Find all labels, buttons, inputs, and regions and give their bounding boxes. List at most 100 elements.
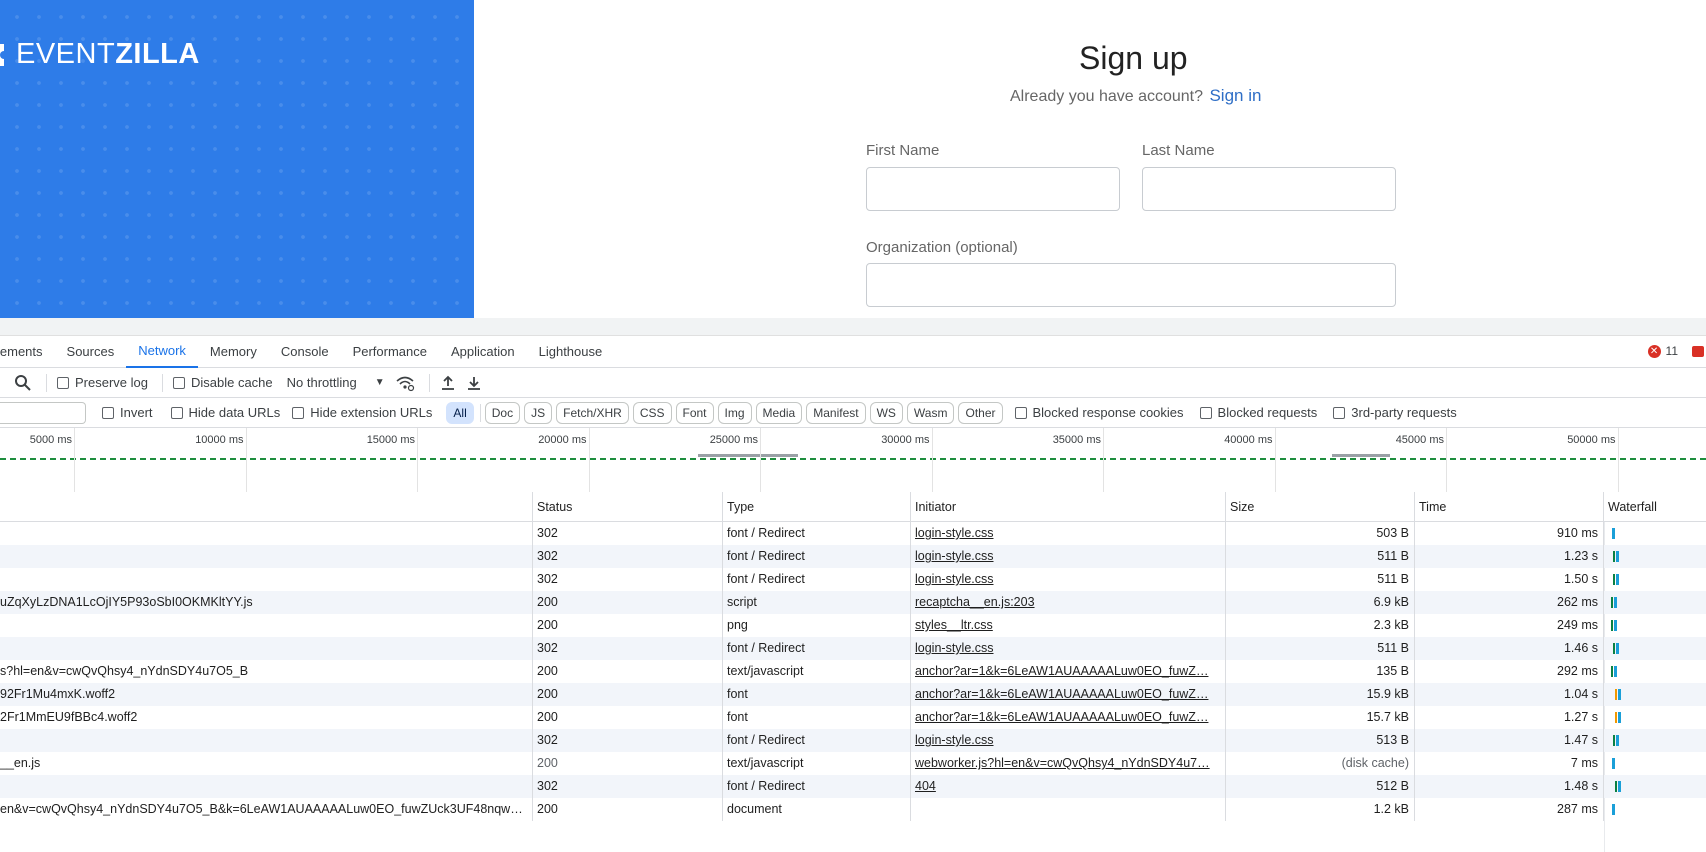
hide-data-urls-checkbox[interactable]: Hide data URLs — [170, 405, 280, 420]
table-row[interactable]: 2Fr1MmEU9fBBc4.woff2 200 font anchor?ar=1&k… — [0, 706, 1706, 729]
filter-chip-js[interactable]: JS — [524, 401, 553, 424]
tab-lighthouse[interactable]: Lighthouse — [527, 336, 615, 368]
search-icon[interactable] — [14, 374, 32, 392]
tab-elements[interactable]: lements — [0, 336, 55, 368]
checkbox-box[interactable] — [102, 406, 114, 419]
tab-performance[interactable]: Performance — [341, 336, 439, 368]
blocked-requests-checkbox[interactable]: Blocked requests — [1199, 405, 1317, 420]
request-type: script — [723, 591, 911, 614]
table-row[interactable]: 92Fr1Mu4mxK.woff2 200 font anchor?ar=1&k=6L… — [0, 683, 1706, 706]
initiator-link[interactable]: login-style.css — [915, 641, 994, 655]
column-header-initiator[interactable]: Initiator — [911, 492, 1226, 521]
error-counter[interactable]: ✕ 11 — [1647, 344, 1678, 358]
table-row[interactable]: en&v=cwQvQhsy4_nYdnSDY4u7O5_B&k=6LeAW1AU… — [0, 798, 1706, 821]
filter-input[interactable] — [0, 401, 86, 424]
initiator-link[interactable]: styles__ltr.css — [915, 618, 993, 632]
disable-cache-checkbox[interactable]: Disable cache — [172, 375, 273, 390]
filter-chip-wasm[interactable]: Wasm — [906, 401, 955, 424]
filter-chip-css[interactable]: CSS — [632, 401, 672, 424]
table-row[interactable]: 302 font / Redirect login-style.css 513 B 1.… — [0, 729, 1706, 752]
column-header-time[interactable]: Time — [1415, 492, 1604, 521]
filter-chip-img[interactable]: Img — [717, 401, 752, 424]
initiator-link[interactable]: 404 — [915, 779, 936, 793]
filter-chip-doc[interactable]: Doc — [484, 401, 521, 424]
download-icon[interactable] — [466, 374, 482, 392]
tab-sources[interactable]: Sources — [55, 336, 127, 368]
table-row[interactable]: __en.js 200 text/javascript webworker.js?hl… — [0, 752, 1706, 775]
signin-link[interactable]: Sign in — [1209, 86, 1261, 105]
request-initiator[interactable]: styles__ltr.css — [911, 614, 1226, 637]
request-initiator[interactable]: anchor?ar=1&k=6LeAW1AUAAAAALuw0EO_fuwZ… — [911, 706, 1226, 729]
initiator-link[interactable]: anchor?ar=1&k=6LeAW1AUAAAAALuw0EO_fuwZ… — [915, 664, 1208, 678]
initiator-link[interactable]: login-style.css — [915, 572, 994, 586]
request-status: 302 — [533, 637, 723, 660]
column-header-waterfall[interactable]: Waterfall — [1604, 492, 1706, 521]
checkbox-box[interactable] — [57, 376, 69, 389]
request-initiator[interactable]: recaptcha__en.js:203 — [911, 591, 1226, 614]
request-initiator[interactable]: webworker.js?hl=en&v=cwQvQhsy4_nYdnSDY4u… — [911, 752, 1226, 775]
blocked-cookies-checkbox[interactable]: Blocked response cookies — [1014, 405, 1184, 420]
tab-application[interactable]: Application — [439, 336, 527, 368]
hide-extension-urls-checkbox[interactable]: Hide extension URLs — [292, 405, 432, 420]
request-size: (disk cache) — [1226, 752, 1415, 775]
tab-network[interactable]: Network — [126, 336, 198, 368]
request-initiator[interactable]: login-style.css — [911, 637, 1226, 660]
checkbox-box[interactable] — [172, 376, 185, 389]
filter-chip-media[interactable]: Media — [755, 401, 803, 424]
table-row[interactable]: s?hl=en&v=cwQvQhsy4_nYdnSDY4u7O5_B 200 tex… — [0, 660, 1706, 683]
request-initiator[interactable] — [911, 798, 1226, 821]
request-initiator[interactable]: login-style.css — [911, 522, 1226, 545]
checkbox-box[interactable] — [1014, 406, 1027, 419]
table-row[interactable]: 302 font / Redirect 404 512 B 1.48 s — [0, 775, 1706, 798]
request-initiator[interactable]: 404 — [911, 775, 1226, 798]
request-initiator[interactable]: login-style.css — [911, 545, 1226, 568]
initiator-link[interactable]: recaptcha__en.js:203 — [915, 595, 1035, 609]
tab-memory[interactable]: Memory — [198, 336, 269, 368]
upload-icon[interactable] — [440, 374, 456, 392]
table-row[interactable]: 302 font / Redirect login-style.css 511 B 1.… — [0, 568, 1706, 591]
filter-chip-all[interactable]: All — [446, 401, 474, 424]
initiator-link[interactable]: login-style.css — [915, 549, 994, 563]
throttling-select[interactable]: No throttling ▼ — [287, 375, 385, 390]
column-header-status[interactable]: Status — [533, 492, 723, 521]
invert-checkbox[interactable]: Invert — [102, 405, 153, 420]
column-header-name[interactable] — [0, 492, 533, 521]
checkbox-box[interactable] — [292, 406, 305, 419]
request-initiator[interactable]: login-style.css — [911, 729, 1226, 752]
issues-icon[interactable] — [1692, 346, 1704, 357]
filter-chip-manifest[interactable]: Manifest — [806, 401, 866, 424]
request-initiator[interactable]: anchor?ar=1&k=6LeAW1AUAAAAALuw0EO_fuwZ… — [911, 683, 1226, 706]
table-row[interactable]: 302 font / Redirect login-style.css 503 B 91… — [0, 522, 1706, 545]
column-header-size[interactable]: Size — [1226, 492, 1415, 521]
request-waterfall — [1604, 522, 1706, 545]
tab-console[interactable]: Console — [269, 336, 341, 368]
table-row[interactable]: uZqXyLzDNA1LcOjIY5P93oSbI0OKMKltYY.js 200… — [0, 591, 1706, 614]
initiator-link[interactable]: anchor?ar=1&k=6LeAW1AUAAAAALuw0EO_fuwZ… — [915, 687, 1208, 701]
checkbox-box[interactable] — [1199, 406, 1212, 419]
third-party-checkbox[interactable]: 3rd-party requests — [1333, 405, 1457, 420]
request-initiator[interactable]: anchor?ar=1&k=6LeAW1AUAAAAALuw0EO_fuwZ… — [911, 660, 1226, 683]
table-row[interactable]: 200 png styles__ltr.css 2.3 kB 249 ms — [0, 614, 1706, 637]
filter-chip-font[interactable]: Font — [675, 401, 714, 424]
network-conditions-icon[interactable] — [395, 374, 415, 392]
request-initiator[interactable]: login-style.css — [911, 568, 1226, 591]
organization-input[interactable] — [866, 263, 1396, 307]
devtools-resize-bar[interactable] — [0, 318, 1706, 336]
first-name-input[interactable] — [866, 167, 1120, 211]
filter-chip-ws[interactable]: WS — [869, 401, 903, 424]
eventzilla-logo[interactable]: EVENT ZILLA — [0, 38, 200, 71]
initiator-link[interactable]: login-style.css — [915, 526, 994, 540]
filter-chip-fetch-xhr[interactable]: Fetch/XHR — [556, 401, 629, 424]
filter-chip-other[interactable]: Other — [958, 401, 1003, 424]
initiator-link[interactable]: anchor?ar=1&k=6LeAW1AUAAAAALuw0EO_fuwZ… — [915, 710, 1208, 724]
table-row[interactable]: 302 font / Redirect login-style.css 511 B 1.… — [0, 545, 1706, 568]
checkbox-box[interactable] — [170, 406, 183, 419]
last-name-input[interactable] — [1142, 167, 1396, 211]
request-name: uZqXyLzDNA1LcOjIY5P93oSbI0OKMKltYY.js — [0, 591, 533, 614]
initiator-link[interactable]: login-style.css — [915, 733, 994, 747]
column-header-type[interactable]: Type — [723, 492, 911, 521]
preserve-log-checkbox[interactable]: Preserve log — [57, 375, 148, 390]
initiator-link[interactable]: webworker.js?hl=en&v=cwQvQhsy4_nYdnSDY4u… — [915, 756, 1210, 770]
table-row[interactable]: 302 font / Redirect login-style.css 511 B 1.… — [0, 637, 1706, 660]
checkbox-box[interactable] — [1333, 406, 1346, 419]
